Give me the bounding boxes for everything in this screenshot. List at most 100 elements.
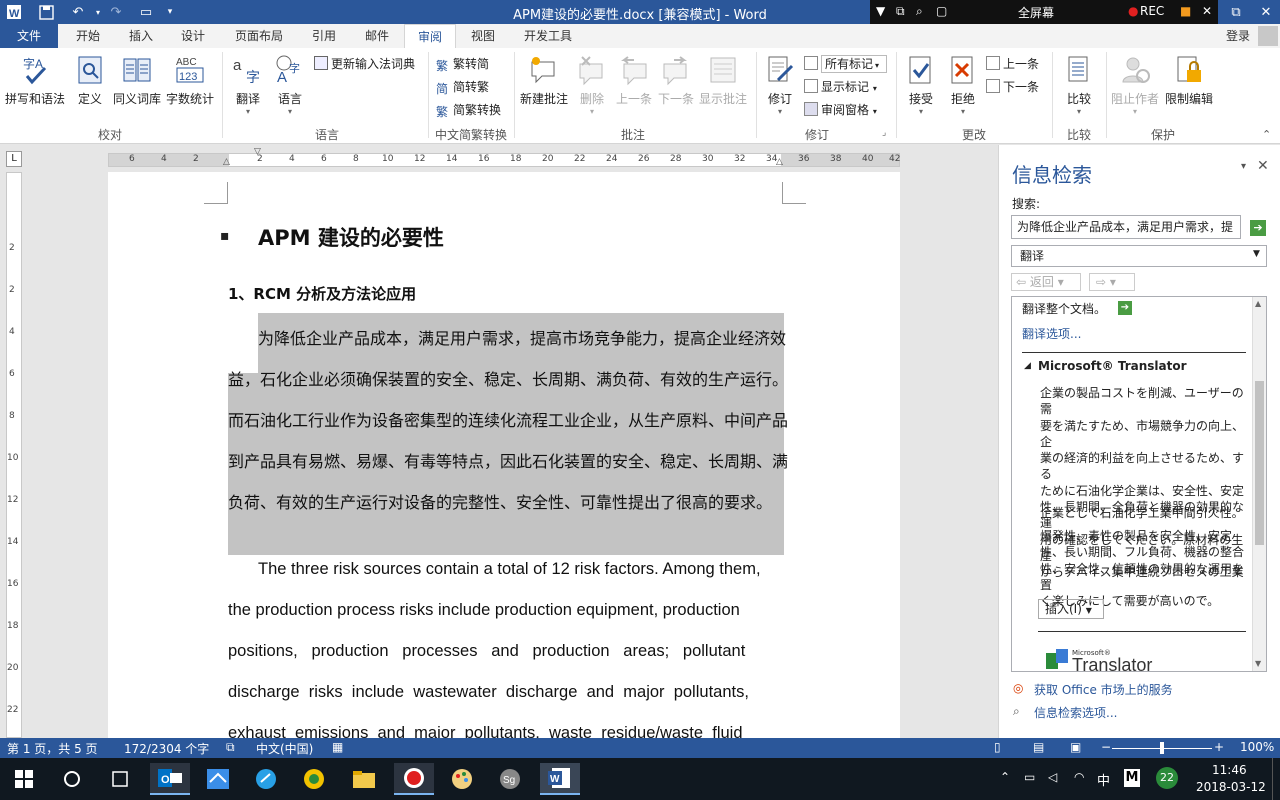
ime-mode-indicator[interactable]: M bbox=[1124, 769, 1140, 787]
simp-to-trad-button[interactable]: 简简转繁 bbox=[436, 77, 489, 97]
outlook-icon[interactable]: O bbox=[150, 763, 190, 795]
customize-qat-icon[interactable]: ▾ bbox=[158, 0, 182, 24]
thesaurus-button[interactable]: 同义词库 bbox=[112, 54, 162, 107]
paint-icon[interactable] bbox=[442, 763, 482, 795]
track-changes-button[interactable]: 修订 ▾ bbox=[762, 54, 798, 116]
search-go-icon[interactable]: ➔ bbox=[1250, 220, 1266, 236]
recorder-crop-icon[interactable]: ▢ bbox=[936, 4, 947, 18]
accept-button[interactable]: 接受 ▾ bbox=[902, 54, 940, 116]
language-button[interactable]: A字 语言 ▾ bbox=[270, 54, 310, 116]
recorder-close-icon[interactable]: ✕ bbox=[1202, 4, 1212, 18]
prev-comment-button[interactable]: 上一条 bbox=[614, 54, 654, 107]
file-explorer-icon[interactable] bbox=[344, 763, 384, 795]
next-change-button[interactable]: 下一条 bbox=[986, 77, 1039, 97]
web-layout-icon[interactable]: ▣ bbox=[1070, 740, 1081, 754]
translation-options-link[interactable]: 翻译选项... bbox=[1022, 325, 1081, 342]
avatar[interactable] bbox=[1258, 26, 1278, 46]
tab-file[interactable]: 文件 bbox=[0, 24, 58, 48]
tab-home[interactable]: 开始 bbox=[64, 24, 112, 48]
collapse-ribbon-icon[interactable]: ⌃ bbox=[1262, 128, 1271, 141]
tab-selector[interactable]: L bbox=[6, 151, 22, 167]
cortana-icon[interactable] bbox=[52, 763, 92, 795]
delete-comment-button[interactable]: 删除 ▾ bbox=[574, 54, 610, 116]
word-taskbar-icon[interactable]: W bbox=[540, 763, 580, 795]
translate-document-link[interactable]: 翻译整个文档。 bbox=[1022, 300, 1106, 317]
word-count[interactable]: 172/2304 个字 bbox=[124, 740, 209, 757]
tab-layout[interactable]: 页面布局 bbox=[224, 24, 294, 48]
spelling-grammar-button[interactable]: 字A 拼写和语法 bbox=[4, 54, 66, 107]
recorder-app-icon[interactable] bbox=[394, 763, 434, 795]
vertical-ruler[interactable]: 2 2 4 6 8 10 12 14 16 18 20 22 bbox=[6, 172, 22, 738]
signin-link[interactable]: 登录 bbox=[1218, 24, 1258, 48]
app-ring-icon[interactable] bbox=[294, 763, 334, 795]
redo-icon[interactable]: ↷ bbox=[104, 0, 128, 24]
tab-insert[interactable]: 插入 bbox=[118, 24, 164, 48]
tab-review[interactable]: 审阅 bbox=[404, 24, 456, 48]
back-button[interactable]: ⇦ 返回 ▾ bbox=[1011, 273, 1081, 291]
save-icon[interactable] bbox=[34, 0, 58, 24]
app-bird-icon[interactable] bbox=[198, 763, 238, 795]
reviewing-pane-button[interactable]: 审阅窗格 ▾ bbox=[804, 100, 877, 120]
service-select[interactable]: 翻译 bbox=[1011, 245, 1267, 267]
fullscreen-label[interactable]: 全屏幕 bbox=[1018, 4, 1054, 21]
zoom-level[interactable]: 100% bbox=[1240, 740, 1274, 754]
scroll-thumb[interactable] bbox=[1255, 381, 1264, 545]
scroll-up-icon[interactable]: ▲ bbox=[1255, 299, 1261, 308]
research-options-link[interactable]: 信息检索选项... bbox=[1034, 704, 1117, 721]
chinese-convert-button[interactable]: 繁简繁转换 bbox=[436, 100, 501, 120]
scroll-down-icon[interactable]: ▼ bbox=[1255, 659, 1261, 668]
recorder-menu-icon[interactable]: ▼ bbox=[876, 4, 885, 18]
forward-button[interactable]: ⇨ ▾ bbox=[1089, 273, 1135, 291]
restrict-editing-button[interactable]: 限制编辑 bbox=[1162, 54, 1216, 107]
collapse-provider-icon[interactable]: ◢ bbox=[1024, 361, 1031, 371]
compare-button[interactable]: 比较 ▾ bbox=[1058, 54, 1100, 116]
clock-time[interactable]: 11:46 bbox=[1212, 763, 1247, 777]
zoom-out-icon[interactable]: − bbox=[1101, 740, 1111, 754]
word-count-button[interactable]: ABC 123 字数统计 bbox=[164, 54, 216, 107]
rec-label[interactable]: REC bbox=[1140, 4, 1164, 18]
tracking-dialog-launcher-icon[interactable]: ⌟ bbox=[882, 128, 886, 138]
print-layout-icon[interactable]: ▤ bbox=[1033, 740, 1044, 754]
search-input[interactable]: 为降低企业产品成本，满足用户需求，提 bbox=[1011, 215, 1241, 239]
macro-record-icon[interactable]: ▦ bbox=[332, 740, 343, 754]
office-store-link[interactable]: 获取 Office 市场上的服务 bbox=[1034, 681, 1173, 698]
volume-icon[interactable]: ◁ bbox=[1048, 770, 1057, 784]
show-desktop-button[interactable] bbox=[1272, 758, 1280, 800]
pane-close-icon[interactable]: ✕ bbox=[1257, 158, 1269, 174]
camera-icon[interactable]: ■ bbox=[1180, 4, 1191, 18]
update-ime-button[interactable]: 更新输入法词典 bbox=[314, 54, 415, 74]
ime-indicator[interactable]: 中 bbox=[1097, 770, 1110, 789]
results-panel[interactable]: 翻译整个文档。 ➔ 翻译选项... ◢ Microsoft® Translato… bbox=[1011, 296, 1267, 672]
tab-references[interactable]: 引用 bbox=[302, 24, 346, 48]
right-indent-icon[interactable]: △ bbox=[776, 157, 783, 167]
zoom-slider-thumb[interactable] bbox=[1160, 742, 1164, 754]
left-indent-icon[interactable]: △ bbox=[223, 157, 230, 167]
app-blue-circle-icon[interactable] bbox=[246, 763, 286, 795]
ruler-bar[interactable]: 6 4 2 2 4 6 8 10 12 14 16 18 20 22 24 26… bbox=[108, 147, 900, 167]
close-icon[interactable]: ✕ bbox=[1252, 0, 1280, 24]
clock-date[interactable]: 2018-03-12 bbox=[1196, 780, 1266, 794]
prev-change-button[interactable]: 上一条 bbox=[986, 54, 1039, 74]
proofing-status-icon[interactable]: ⧉ bbox=[226, 740, 235, 755]
block-authors-button[interactable]: 阻止作者 ▾ bbox=[1110, 54, 1160, 116]
insert-button[interactable]: 插入(I) ▼ bbox=[1038, 599, 1104, 619]
show-comments-button[interactable]: 显示批注 bbox=[698, 54, 748, 107]
service-dropdown-icon[interactable]: ▼ bbox=[1253, 249, 1260, 259]
tab-mailings[interactable]: 邮件 bbox=[354, 24, 400, 48]
notification-badge[interactable]: 22 bbox=[1156, 767, 1178, 789]
power-icon[interactable]: ▭ bbox=[1024, 770, 1035, 784]
translate-button[interactable]: a字 翻译 ▾ bbox=[228, 54, 268, 116]
tray-overflow-icon[interactable]: ⌃ bbox=[1000, 770, 1010, 784]
tab-developer[interactable]: 开发工具 bbox=[514, 24, 582, 48]
define-button[interactable]: 定义 bbox=[70, 54, 110, 107]
wifi-icon[interactable]: ◠ bbox=[1074, 770, 1084, 784]
pane-options-icon[interactable]: ▾ bbox=[1241, 161, 1246, 172]
recorder-search-icon[interactable]: ⌕ bbox=[916, 4, 923, 19]
app-sg-icon[interactable]: Sg bbox=[490, 763, 530, 795]
page-count[interactable]: 第 1 页，共 5 页 bbox=[7, 740, 98, 757]
task-view-icon[interactable] bbox=[100, 763, 140, 795]
touch-mode-icon[interactable]: ▭ bbox=[134, 0, 158, 24]
word-app-icon[interactable]: W bbox=[2, 0, 26, 24]
restore-icon[interactable]: ⧉ bbox=[1222, 0, 1250, 24]
read-mode-icon[interactable]: ▯ bbox=[994, 740, 1001, 754]
